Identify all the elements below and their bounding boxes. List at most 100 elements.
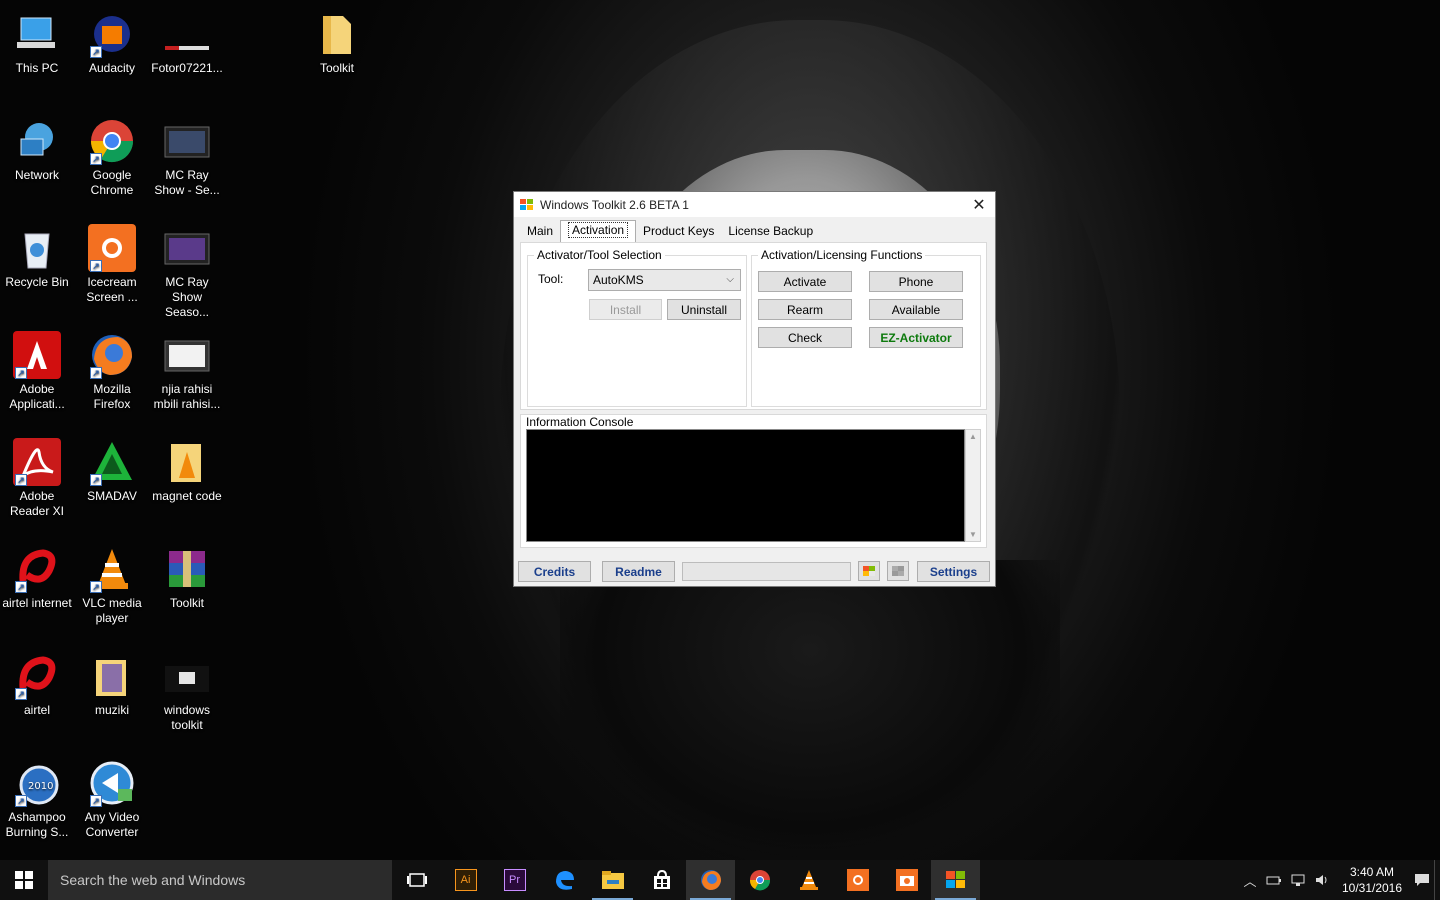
desktop-icon-fotor[interactable]: Fotor07221... [150,2,224,100]
console-title: Information Console [526,415,634,429]
color-icon-button[interactable] [858,561,880,581]
toolkit-window[interactable]: Windows Toolkit 2.6 BETA 1 ✕ Main Activa… [513,191,996,587]
tool-select[interactable]: AutoKMS ⌵ [588,269,741,291]
taskbar-windows-toolkit[interactable] [931,860,980,900]
desktop-icon-mc-ray-show-seaso[interactable]: MC Ray Show Seaso... [150,216,224,319]
desktop-icon-audacity[interactable]: ↗ Audacity [75,2,149,100]
taskbar: Search the web and Windows Ai Pr ︿ 3:40 … [0,860,1440,900]
taskbar-firefox[interactable] [686,860,735,900]
information-console[interactable] [526,429,965,542]
desktop-icon-adobe-applications[interactable]: ↗ Adobe Applicati... [0,323,74,421]
taskbar-file-explorer[interactable] [588,860,637,900]
image-file-icon [163,10,211,58]
desktop-icon-this-pc[interactable]: This PC [0,2,74,100]
desktop-icon-recycle-bin[interactable]: Recycle Bin [0,216,74,314]
windows-flag-icon [892,566,904,576]
tool-label: Tool: [538,272,564,286]
folder-icon [163,438,211,486]
desktop-icon-vlc[interactable]: ↗ VLC media player [75,537,149,635]
task-view-icon [406,873,427,887]
vlc-icon [799,870,818,890]
desktop-icon-adobe-reader[interactable]: ↗ Adobe Reader XI [0,430,74,528]
desktop-icon-mc-ray-show-se[interactable]: MC Ray Show - Se... [150,109,224,207]
camera-icon [895,869,918,891]
taskbar-premiere[interactable]: Pr [490,860,539,900]
windows-icon-button[interactable] [887,561,909,581]
close-icon[interactable]: ✕ [963,195,995,215]
action-center-icon[interactable] [1410,860,1434,900]
tab-activation[interactable]: Activation [560,220,637,242]
desktop-icon-icecream-screen[interactable]: ↗ Icecream Screen ... [75,216,149,314]
available-button[interactable]: Available [869,299,963,320]
settings-button[interactable]: Settings [917,561,990,582]
toolkit-exe-icon [163,652,211,700]
shortcut-arrow-icon: ↗ [15,688,27,700]
desktop-icon-google-chrome[interactable]: ↗ Google Chrome [75,109,149,207]
activator-tool-group: Activator/Tool Selection Tool: AutoKMS ⌵… [527,248,747,407]
tab-product-keys[interactable]: Product Keys [636,220,721,242]
desktop-icon-njia-rahisi[interactable]: njia rahisi mbili rahisi... [150,323,224,421]
tab-main[interactable]: Main [520,220,560,242]
taskbar-edge[interactable] [539,860,588,900]
desktop-icon-muziki[interactable]: muziki [75,644,149,742]
desktop-icon-toolkit-folder[interactable]: Toolkit [300,2,374,100]
desktop-icon-any-video-converter[interactable]: ↗ Any Video Converter [75,751,149,849]
scroll-down-icon[interactable]: ▼ [969,530,977,539]
uninstall-button[interactable]: Uninstall [667,299,741,320]
windows-logo-icon [15,871,33,889]
airtel-icon: ↗ [13,652,61,700]
activate-button[interactable]: Activate [758,271,852,292]
show-desktop-button[interactable] [1434,860,1440,900]
shortcut-arrow-icon: ↗ [15,581,27,593]
ez-activator-button[interactable]: EZ-Activator [869,327,963,348]
folder-icon [601,871,624,889]
readme-button[interactable]: Readme [602,561,675,582]
desktop-icon-airtel[interactable]: ↗ airtel [0,644,74,742]
icecream-icon [846,869,869,891]
firefox-icon [700,870,721,890]
volume-icon[interactable] [1310,860,1334,900]
desktop-icon-magnet-code[interactable]: magnet code [150,430,224,528]
system-tray: ︿ 3:40 AM 10/31/2016 [1238,860,1440,900]
task-view-button[interactable] [392,860,441,900]
store-icon [653,869,670,889]
taskbar-chrome[interactable] [735,860,784,900]
shortcut-arrow-icon: ↗ [15,474,27,486]
taskbar-vlc[interactable] [784,860,833,900]
shortcut-arrow-icon: ↗ [90,153,102,165]
system-clock[interactable]: 3:40 AM 10/31/2016 [1334,864,1410,896]
start-button[interactable] [0,860,48,900]
taskbar-icecream[interactable] [833,860,882,900]
rearm-button[interactable]: Rearm [758,299,852,320]
window-titlebar[interactable]: Windows Toolkit 2.6 BETA 1 ✕ [514,192,995,217]
desktop-icon-toolkit-archive[interactable]: Toolkit [150,537,224,635]
computer-icon [13,10,61,58]
phone-button[interactable]: Phone [869,271,963,292]
install-button[interactable]: Install [589,299,662,320]
desktop-icon-ashampoo[interactable]: 2010 ↗ Ashampoo Burning S... [0,751,74,849]
svg-text:2010: 2010 [28,781,53,792]
chevron-up-icon[interactable]: ︿ [1238,860,1262,900]
desktop-icon-airtel-internet[interactable]: ↗ airtel internet [0,537,74,635]
desktop-icon-windows-toolkit[interactable]: windows toolkit [150,644,224,742]
taskbar-store[interactable] [637,860,686,900]
credits-button[interactable]: Credits [518,561,591,582]
scroll-up-icon[interactable]: ▲ [969,432,977,441]
tab-license-backup[interactable]: License Backup [721,220,820,242]
shortcut-arrow-icon: ↗ [90,474,102,486]
taskbar-illustrator[interactable]: Ai [441,860,490,900]
clock-date: 10/31/2016 [1341,881,1403,895]
progress-bar [682,562,851,581]
desktop-icon-mozilla-firefox[interactable]: ↗ Mozilla Firefox [75,323,149,421]
network-icon[interactable] [1286,860,1310,900]
console-scrollbar[interactable]: ▲ ▼ [965,429,981,542]
taskbar-screen-recorder[interactable] [882,860,931,900]
check-button[interactable]: Check [758,327,852,348]
window-title: Windows Toolkit 2.6 BETA 1 [540,197,689,212]
desktop-icon-network[interactable]: Network [0,109,74,207]
desktop-icon-smadav[interactable]: ↗ SMADAV [75,430,149,528]
shortcut-arrow-icon: ↗ [15,367,27,379]
search-box[interactable]: Search the web and Windows [48,860,392,900]
battery-icon[interactable] [1262,860,1286,900]
icecream-icon: ↗ [88,224,136,272]
